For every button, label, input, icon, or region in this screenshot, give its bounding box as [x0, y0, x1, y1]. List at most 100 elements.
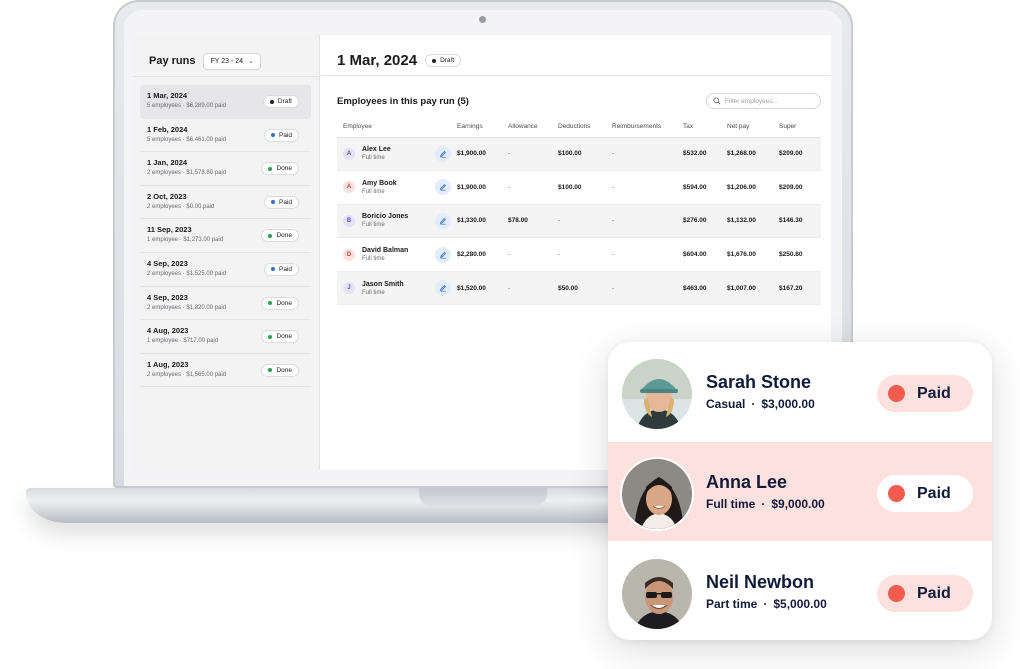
status-badge-label: Paid: [278, 131, 292, 139]
cell-reimbursements: -: [606, 137, 677, 172]
cell-tax: $276.00: [677, 204, 721, 239]
dot-icon: [270, 133, 275, 138]
edit-button[interactable]: [435, 145, 451, 162]
edit-button[interactable]: [435, 179, 451, 196]
payrun-item[interactable]: 11 Sep, 2023 1 employee · $1,273.00 paid D…: [140, 219, 311, 253]
status-badge-label: Done: [276, 299, 292, 307]
cell-net-pay: $1,676.00: [721, 237, 773, 272]
status-badge-label: Paid: [278, 265, 292, 273]
sidebar-title: Pay runs: [149, 55, 196, 67]
cell-earnings: $1,330.00: [451, 204, 502, 239]
dot-icon: [270, 267, 275, 272]
employee-name: Neil Newbon: [706, 572, 815, 592]
employee-amount: $5,000.00: [773, 597, 827, 611]
status-badge: Done: [261, 363, 299, 377]
payrun-item[interactable]: 1 Mar, 2024 5 employees · $6,289.00 paid D…: [140, 85, 311, 119]
avatar: [620, 457, 694, 531]
column-header: Super: [773, 117, 821, 138]
employee-details: Part time · $5,000.00: [706, 597, 827, 611]
main-header: 1 Mar, 2024 Draft: [321, 35, 831, 75]
cell-tax: $463.00: [677, 271, 721, 306]
payrun-item[interactable]: 1 Aug, 2023 2 employees · $1,565.00 paid D…: [140, 354, 311, 388]
employment-type: Full time: [362, 222, 385, 229]
status-badge: Done: [261, 330, 299, 344]
table-row[interactable]: A Alex Lee Full time $1,900.00- $100.00- $532…: [337, 137, 821, 172]
status-badge: Done: [261, 162, 299, 176]
status-badge-label: Paid: [278, 198, 292, 206]
card-row-2[interactable]: Anna Lee Full time · $9,000.00 Paid: [608, 442, 992, 541]
cell-reimbursements: -: [606, 170, 677, 205]
table-row[interactable]: J Jason Smith Full time $1,520.00- $50.00- $4…: [337, 271, 821, 306]
card-row-1[interactable]: Sarah Stone Casual · $3,000.00 Paid: [608, 342, 992, 441]
dot-icon: [888, 385, 905, 402]
cell-tax: $532.00: [677, 137, 721, 172]
fy-select[interactable]: FY 23 - 24 ⌄: [203, 52, 261, 70]
payrun-item[interactable]: 1 Jan, 2024 2 employees · $1,578.80 paid D…: [140, 152, 311, 186]
cell-net-pay: $1,132.00: [721, 204, 773, 239]
payrun-item[interactable]: 2 Oct, 2023 2 employees · $0.00 paid Paid: [140, 186, 311, 220]
edit-button[interactable]: [435, 280, 451, 297]
payrun-item[interactable]: 4 Aug, 2023 1 employee · $717.00 paid Done: [140, 320, 311, 354]
filter-field[interactable]: [706, 93, 821, 109]
table-row[interactable]: D David Balman Full time $2,280.00- - - $604.0…: [337, 237, 821, 272]
page-title: 1 Mar, 2024: [337, 52, 418, 69]
camera-icon: [479, 16, 486, 23]
card-row-3[interactable]: Neil Newbon Part time · $5,000.00 Paid: [608, 542, 992, 640]
cell-deductions: -: [552, 204, 606, 239]
dot-icon: [432, 58, 437, 63]
payrun-item[interactable]: 4 Sep, 2023 2 employees · $1,525.00 paid P…: [140, 253, 311, 287]
pencil-icon: [440, 150, 446, 158]
employee-name: Anna Lee: [706, 472, 788, 492]
pencil-icon: [440, 251, 446, 259]
status-badge-label: Draft: [440, 57, 455, 64]
employment-type: Full time: [706, 497, 756, 511]
separator: ·: [751, 397, 756, 411]
table-row[interactable]: A Amy Book Full time $1,900.00- $100.00- $594…: [337, 170, 821, 205]
payrun-list: 1 Mar, 2024 5 employees · $6,289.00 paid D…: [133, 77, 319, 388]
payrun-item[interactable]: 4 Sep, 2023 2 employees · $1,820.00 paid D…: [140, 287, 311, 321]
cell-deductions: -: [552, 237, 606, 272]
section-header: Employees in this pay run (5): [321, 76, 831, 109]
filter-input[interactable]: [724, 97, 814, 105]
avatar: A: [343, 147, 355, 160]
cell-allowance: -: [502, 237, 552, 272]
status-badge: Paid: [263, 128, 299, 142]
employee-cell: B Boricio Jones Full time: [337, 204, 451, 239]
avatar: A: [343, 181, 355, 194]
avatar: D: [343, 248, 355, 261]
edit-button[interactable]: [435, 246, 451, 263]
employment-type: Part time: [706, 597, 758, 611]
employee-name: Sarah Stone: [706, 372, 812, 392]
employee-name: Amy Book: [362, 179, 397, 187]
dot-icon: [268, 233, 273, 238]
cell-super: $250.80: [773, 237, 821, 272]
edit-button[interactable]: [435, 212, 451, 229]
status-badge: Paid: [263, 262, 299, 276]
employment-type: Full time: [362, 155, 385, 162]
cell-net-pay: $1,206.00: [721, 170, 773, 205]
employee-cell: A Amy Book Full time: [337, 170, 451, 205]
dot-icon: [270, 200, 275, 205]
avatar: [620, 557, 694, 631]
avatar: B: [343, 214, 355, 227]
cell-reimbursements: -: [606, 237, 677, 272]
employee-cell: J Jason Smith Full time: [337, 271, 451, 306]
employment-type: Full time: [362, 256, 385, 263]
chevron-down-icon: ⌄: [248, 58, 254, 65]
status-badge: Done: [261, 296, 299, 310]
table-header-row: Employee Earnings Allowance Deductions Reimb…: [337, 117, 821, 138]
search-icon: [713, 97, 721, 105]
cell-earnings: $1,900.00: [451, 170, 502, 205]
employee-name: David Balman: [362, 247, 409, 255]
payrun-item[interactable]: 1 Feb, 2024 5 employees · $6,461.00 paid P…: [140, 119, 311, 153]
cell-reimbursements: -: [606, 271, 677, 306]
column-header: Earnings: [451, 117, 502, 138]
status-badge-label: Done: [276, 366, 292, 374]
column-header: Allowance: [502, 117, 552, 138]
cell-earnings: $2,280.00: [451, 237, 502, 272]
dot-icon: [268, 166, 273, 171]
status-badge-label: Done: [276, 333, 292, 341]
cell-net-pay: $1,268.00: [721, 137, 773, 172]
table-row[interactable]: B Boricio Jones Full time $1,330.00 $78.00- -…: [337, 204, 821, 239]
employee-name: Boricio Jones: [362, 213, 409, 221]
